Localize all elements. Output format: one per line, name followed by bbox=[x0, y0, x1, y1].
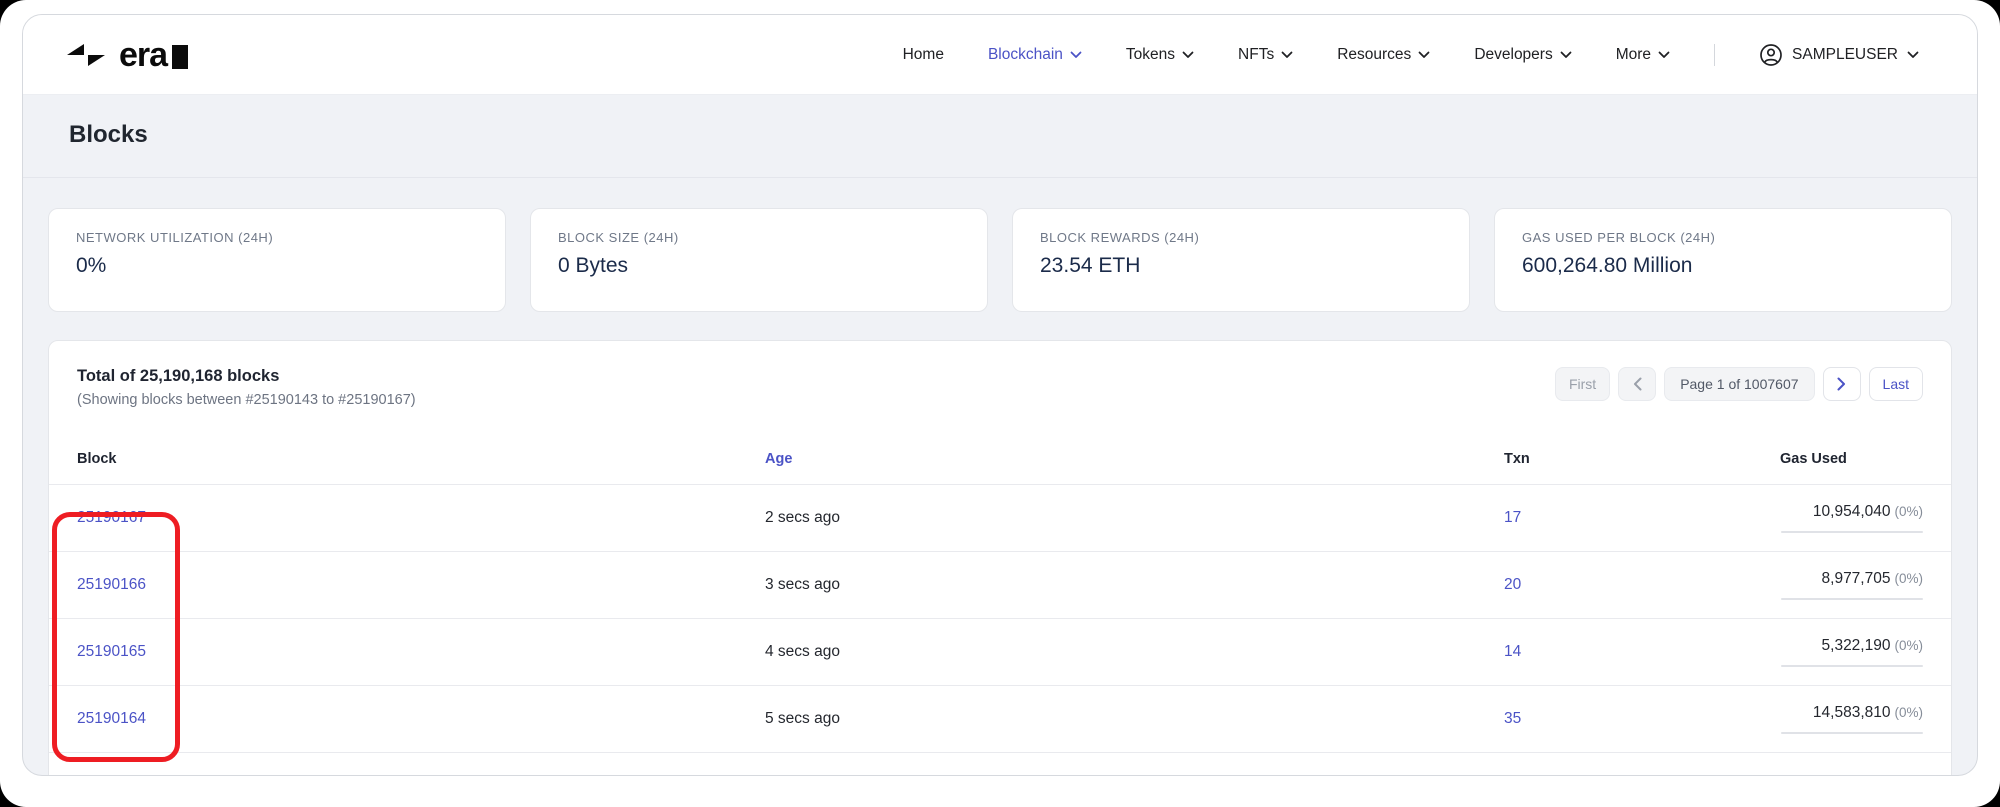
stat-value: 0% bbox=[76, 254, 478, 278]
txn-count-link[interactable]: 17 bbox=[1504, 509, 1521, 526]
stat-value: 23.54 ETH bbox=[1040, 254, 1442, 278]
stat-label: BLOCK SIZE (24H) bbox=[558, 230, 960, 245]
block-link[interactable]: 25190164 bbox=[77, 710, 146, 727]
user-icon bbox=[1759, 43, 1783, 67]
txn-count-link[interactable]: 14 bbox=[1504, 643, 1521, 660]
logo-cursor-block bbox=[172, 45, 188, 69]
stat-value: 600,264.80 Million bbox=[1522, 254, 1924, 278]
browser-window: era Home Blockchain Tokens NFTs Resource… bbox=[22, 14, 1978, 776]
txn-count-link[interactable]: 35 bbox=[1504, 710, 1521, 727]
table-header-bar: Total of 25,190,168 blocks (Showing bloc… bbox=[49, 367, 1951, 408]
swap-arrows-icon bbox=[63, 42, 109, 68]
table-row: 25190165 4 secs ago 14 5,322,190(0%) bbox=[49, 618, 1951, 685]
column-header-gas-used: Gas Used bbox=[1780, 451, 1923, 467]
gas-used-bar bbox=[1781, 531, 1923, 533]
pagination-prev-button[interactable] bbox=[1618, 367, 1656, 401]
block-age: 5 secs ago bbox=[765, 710, 1504, 728]
gas-used-bar bbox=[1781, 665, 1923, 667]
stat-card-gas-used-per-block: GAS USED PER BLOCK (24H) 600,264.80 Mill… bbox=[1494, 208, 1952, 312]
chevron-down-icon bbox=[1281, 51, 1293, 59]
gas-used-value: 10,954,040(0%) bbox=[1781, 503, 1923, 533]
stat-card-block-size: BLOCK SIZE (24H) 0 Bytes bbox=[530, 208, 988, 312]
table-header-row: Block Age Txn Gas Used bbox=[49, 434, 1951, 484]
blocks-table: Block Age Txn Gas Used 25190167 2 secs a… bbox=[49, 434, 1951, 776]
nav-divider bbox=[1714, 44, 1715, 66]
stat-label: BLOCK REWARDS (24H) bbox=[1040, 230, 1442, 245]
nav-item-home[interactable]: Home bbox=[903, 46, 944, 64]
gas-used-value: 5,322,190(0%) bbox=[1781, 637, 1923, 667]
era-logo[interactable]: era bbox=[63, 38, 188, 72]
top-navigation: era Home Blockchain Tokens NFTs Resource… bbox=[23, 15, 1977, 95]
block-link[interactable]: 25190165 bbox=[77, 643, 146, 660]
column-header-age[interactable]: Age bbox=[765, 451, 1504, 467]
user-menu[interactable]: SAMPLEUSER bbox=[1759, 43, 1919, 67]
block-link[interactable]: 25190166 bbox=[77, 576, 146, 593]
nav-item-blockchain[interactable]: Blockchain bbox=[988, 46, 1082, 64]
stat-label: NETWORK UTILIZATION (24H) bbox=[76, 230, 478, 245]
table-row bbox=[49, 752, 1951, 776]
nav-item-resources[interactable]: Resources bbox=[1337, 46, 1430, 64]
txn-count-link[interactable]: 20 bbox=[1504, 576, 1521, 593]
chevron-down-icon bbox=[1182, 51, 1194, 59]
table-row: 25190167 2 secs ago 17 10,954,040(0%) bbox=[49, 484, 1951, 551]
gas-used-percent: (0%) bbox=[1894, 638, 1923, 653]
gas-used-percent: (0%) bbox=[1894, 571, 1923, 586]
table-row: 25190166 3 secs ago 20 8,977,705(0%) bbox=[49, 551, 1951, 618]
stats-row: NETWORK UTILIZATION (24H) 0% BLOCK SIZE … bbox=[48, 208, 1952, 312]
block-age: 2 secs ago bbox=[765, 509, 1504, 527]
stat-label: GAS USED PER BLOCK (24H) bbox=[1522, 230, 1924, 245]
page-title: Blocks bbox=[69, 121, 1931, 149]
block-link[interactable]: 25190167 bbox=[77, 509, 146, 526]
gas-used-bar bbox=[1781, 598, 1923, 600]
chevron-left-icon bbox=[1633, 377, 1642, 391]
pagination-next-button[interactable] bbox=[1823, 367, 1861, 401]
stat-card-block-rewards: BLOCK REWARDS (24H) 23.54 ETH bbox=[1012, 208, 1470, 312]
blocks-range: (Showing blocks between #25190143 to #25… bbox=[77, 392, 416, 408]
chevron-down-icon bbox=[1658, 51, 1670, 59]
table-summary: Total of 25,190,168 blocks (Showing bloc… bbox=[77, 367, 416, 408]
table-row: 25190164 5 secs ago 35 14,583,810(0%) bbox=[49, 685, 1951, 752]
chevron-down-icon bbox=[1418, 51, 1430, 59]
column-header-txn: Txn bbox=[1504, 451, 1780, 467]
nav-item-tokens[interactable]: Tokens bbox=[1126, 46, 1194, 64]
chevron-down-icon bbox=[1907, 51, 1919, 59]
page-header: Blocks bbox=[23, 95, 1977, 178]
pagination-page-indicator: Page 1 of 1007607 bbox=[1664, 367, 1814, 401]
chevron-right-icon bbox=[1837, 377, 1846, 391]
stat-card-network-utilization: NETWORK UTILIZATION (24H) 0% bbox=[48, 208, 506, 312]
gas-used-value: 14,583,810(0%) bbox=[1781, 704, 1923, 734]
gas-used-value: 8,977,705(0%) bbox=[1781, 570, 1923, 600]
pagination-first-button[interactable]: First bbox=[1555, 367, 1610, 401]
logo-text: era bbox=[119, 38, 188, 72]
user-name: SAMPLEUSER bbox=[1792, 46, 1898, 64]
nav-menu: Home Blockchain Tokens NFTs Resources De… bbox=[903, 43, 1919, 67]
stat-value: 0 Bytes bbox=[558, 254, 960, 278]
chevron-down-icon bbox=[1070, 51, 1082, 59]
chevron-down-icon bbox=[1560, 51, 1572, 59]
nav-item-more[interactable]: More bbox=[1616, 46, 1670, 64]
block-age: 3 secs ago bbox=[765, 576, 1504, 594]
gas-used-percent: (0%) bbox=[1894, 705, 1923, 720]
pagination: First Page 1 of 1007607 Last bbox=[1555, 367, 1923, 401]
pagination-last-button[interactable]: Last bbox=[1869, 367, 1923, 401]
blocks-table-card: Total of 25,190,168 blocks (Showing bloc… bbox=[48, 340, 1952, 776]
block-age: 4 secs ago bbox=[765, 643, 1504, 661]
gas-used-percent: (0%) bbox=[1894, 504, 1923, 519]
blocks-total: Total of 25,190,168 blocks bbox=[77, 367, 416, 386]
nav-item-developers[interactable]: Developers bbox=[1474, 46, 1571, 64]
column-header-block: Block bbox=[77, 451, 765, 467]
gas-used-bar bbox=[1781, 732, 1923, 734]
nav-item-nfts[interactable]: NFTs bbox=[1238, 46, 1293, 64]
